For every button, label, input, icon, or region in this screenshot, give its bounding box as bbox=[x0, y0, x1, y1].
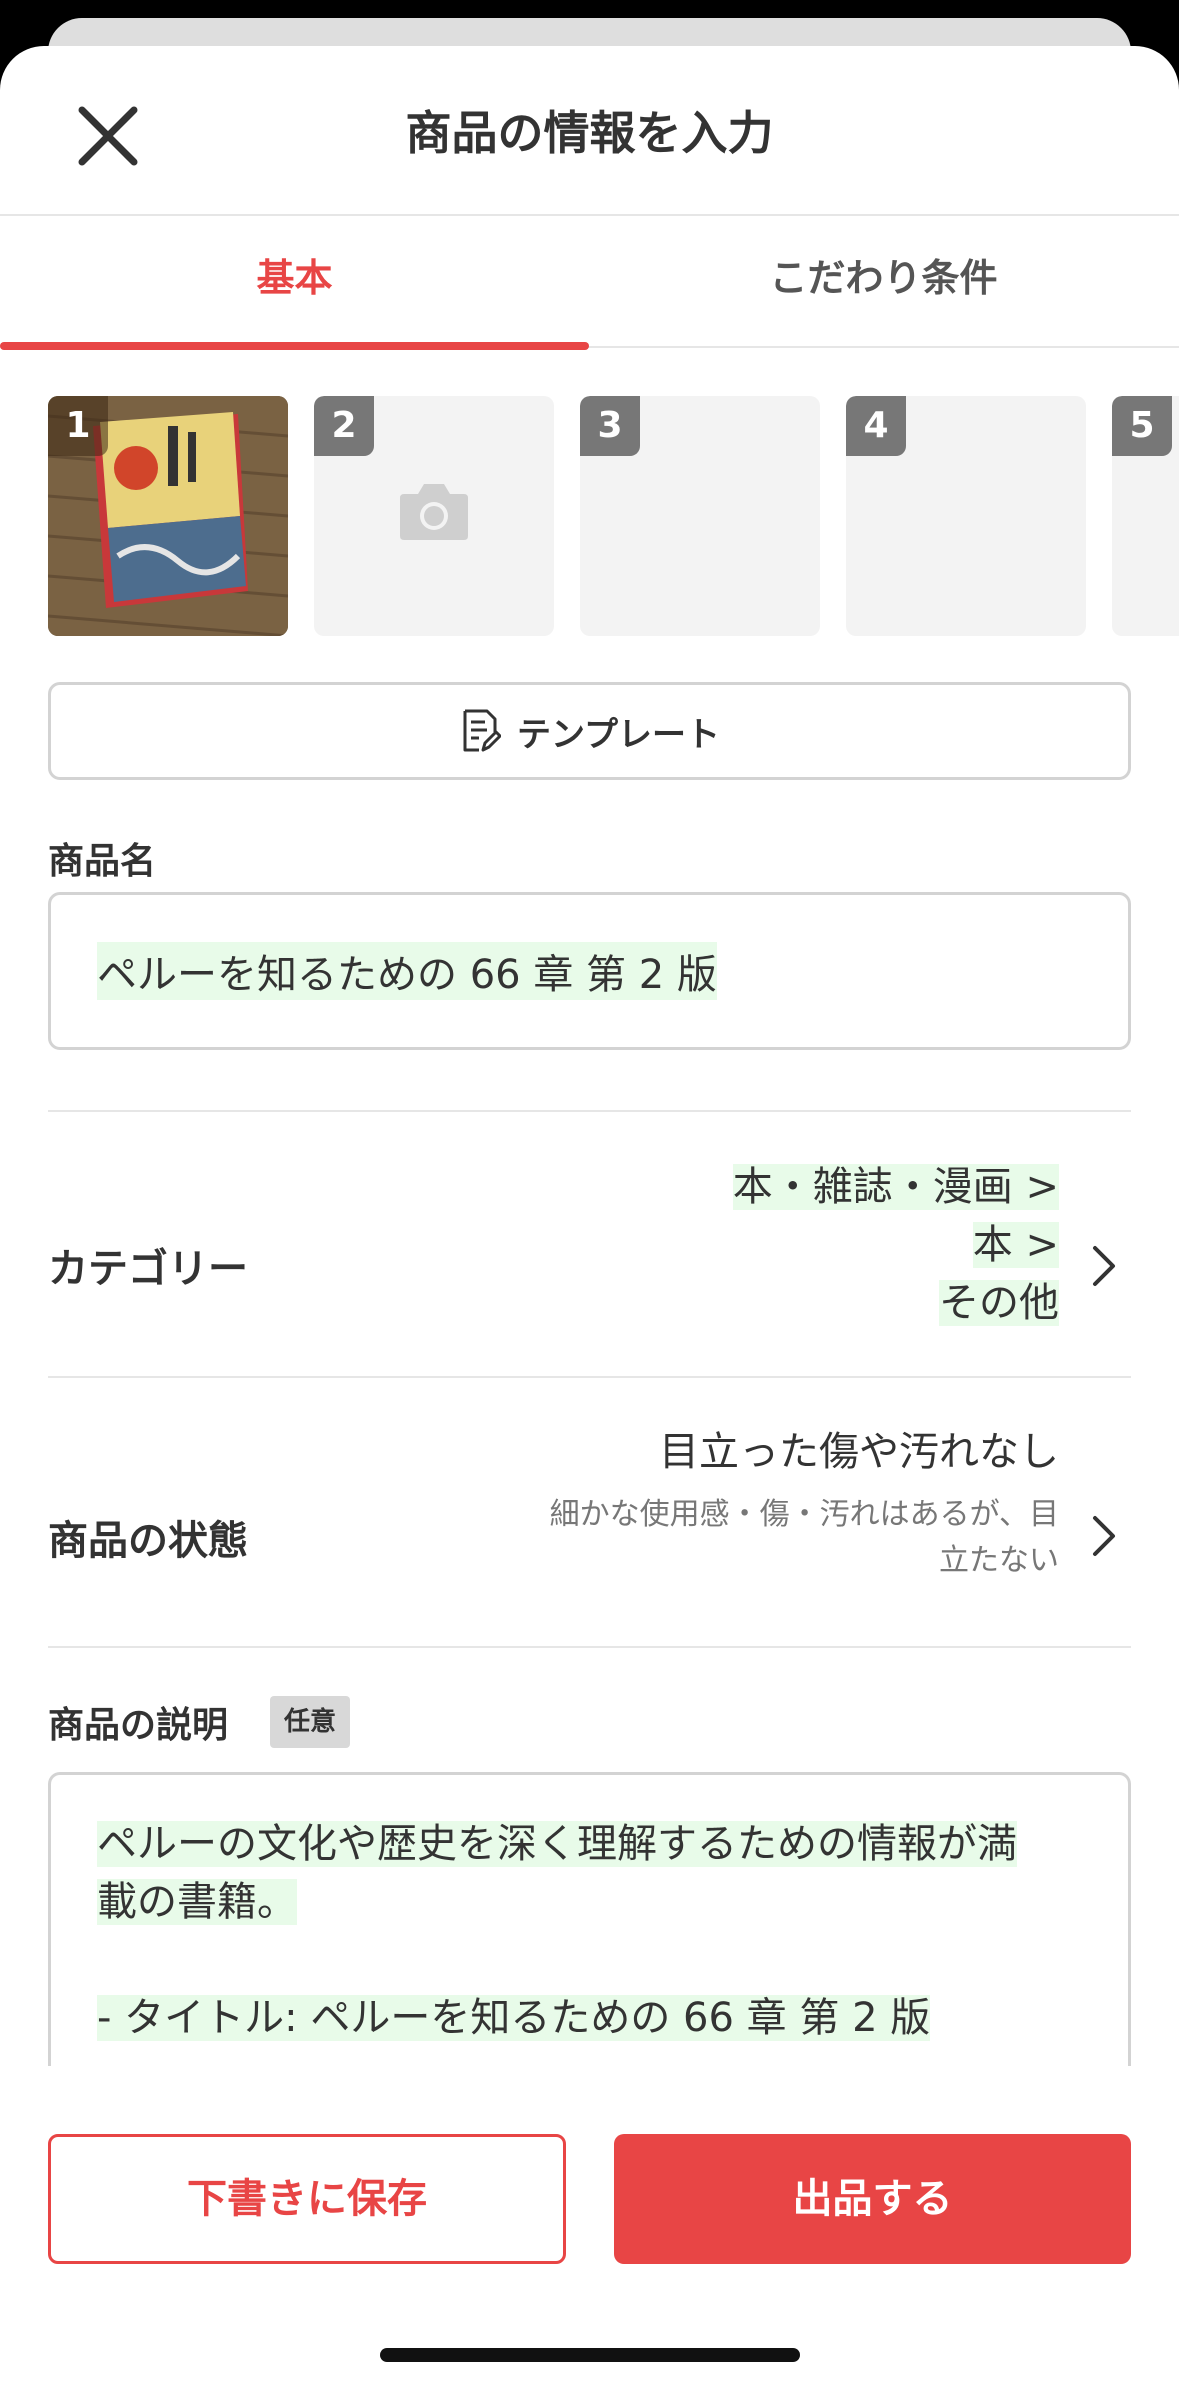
category-level-3: その他 bbox=[939, 1280, 1059, 1326]
tab-basic[interactable]: 基本 bbox=[0, 218, 589, 350]
page-title: 商品の情報を入力 bbox=[405, 106, 774, 160]
home-indicator bbox=[380, 2348, 800, 2362]
chevron-right-icon bbox=[1093, 1246, 1115, 1286]
divider bbox=[48, 1110, 1131, 1112]
category-row[interactable]: カテゴリー 本・雑誌・漫画 > 本 > その他 bbox=[48, 1158, 1131, 1374]
listing-sheet: 商品の情報を入力 基本 こだわり条件 1 2 3 4 5 テンプレート 商品名 … bbox=[0, 46, 1179, 2396]
tab-basic-label: 基本 bbox=[256, 256, 333, 300]
category-label: カテゴリー bbox=[48, 1246, 248, 1292]
description-line-1: ペルーの文化や歴史を深く理解するための情報が満 bbox=[97, 1821, 1017, 1867]
tab-bar: 基本 こだわり条件 bbox=[0, 218, 1179, 350]
description-label: 商品の説明 bbox=[48, 1705, 229, 1746]
condition-description-1: 細かな使用感・傷・汚れはあるが、目 bbox=[549, 1497, 1059, 1532]
tab-details-label: こだわり条件 bbox=[769, 256, 998, 300]
photo-strip: 1 2 3 4 5 bbox=[48, 396, 1179, 636]
optional-badge: 任意 bbox=[270, 1696, 350, 1748]
condition-row[interactable]: 商品の状態 目立った傷や汚れなし 細かな使用感・傷・汚れはあるが、目 立たない bbox=[48, 1422, 1131, 1638]
save-draft-button[interactable]: 下書きに保存 bbox=[48, 2134, 566, 2264]
camera-icon bbox=[400, 484, 468, 540]
bottom-action-bar: 下書きに保存 出品する bbox=[0, 2066, 1179, 2396]
active-tab-indicator bbox=[0, 342, 589, 350]
header: 商品の情報を入力 bbox=[0, 46, 1179, 216]
description-textarea[interactable]: ペルーの文化や歴史を深く理解するための情報が満 載の書籍。 - タイトル: ペル… bbox=[48, 1772, 1131, 2112]
photo-number: 5 bbox=[1112, 396, 1172, 456]
photo-slot-5[interactable]: 5 bbox=[1112, 396, 1179, 636]
template-icon bbox=[463, 709, 501, 752]
condition-description-2: 立たない bbox=[939, 1543, 1059, 1578]
photo-slot-4[interactable]: 4 bbox=[846, 396, 1086, 636]
divider bbox=[48, 1646, 1131, 1648]
photo-slot-1[interactable]: 1 bbox=[48, 396, 288, 636]
category-value: 本・雑誌・漫画 > 本 > その他 bbox=[732, 1158, 1059, 1332]
photo-slot-2[interactable]: 2 bbox=[314, 396, 554, 636]
category-level-1: 本・雑誌・漫画 > bbox=[732, 1164, 1059, 1210]
divider bbox=[48, 1376, 1131, 1378]
description-line-3: - タイトル: ペルーを知るための 66 章 第 2 版 bbox=[97, 1995, 931, 2041]
description-line-2: 載の書籍。 bbox=[97, 1879, 297, 1925]
product-name-input[interactable]: ペルーを知るための 66 章 第 2 版 bbox=[48, 892, 1131, 1050]
category-level-2: 本 > bbox=[972, 1222, 1059, 1268]
tab-details[interactable]: こだわり条件 bbox=[589, 218, 1178, 348]
template-button[interactable]: テンプレート bbox=[48, 682, 1131, 780]
photo-number: 2 bbox=[314, 396, 374, 456]
condition-main: 目立った傷や汚れなし bbox=[659, 1429, 1059, 1475]
photo-number: 4 bbox=[846, 396, 906, 456]
list-item-button[interactable]: 出品する bbox=[614, 2134, 1131, 2264]
photo-number: 1 bbox=[48, 396, 108, 456]
template-label: テンプレート bbox=[517, 714, 720, 755]
condition-label: 商品の状態 bbox=[48, 1518, 248, 1564]
condition-value: 目立った傷や汚れなし 細かな使用感・傷・汚れはあるが、目 立たない bbox=[550, 1422, 1059, 1584]
product-name-label: 商品名 bbox=[48, 841, 157, 882]
photo-number: 3 bbox=[580, 396, 640, 456]
chevron-right-icon bbox=[1093, 1516, 1115, 1556]
photo-slot-3[interactable]: 3 bbox=[580, 396, 820, 636]
product-name-value: ペルーを知るための 66 章 第 2 版 bbox=[97, 942, 717, 1000]
